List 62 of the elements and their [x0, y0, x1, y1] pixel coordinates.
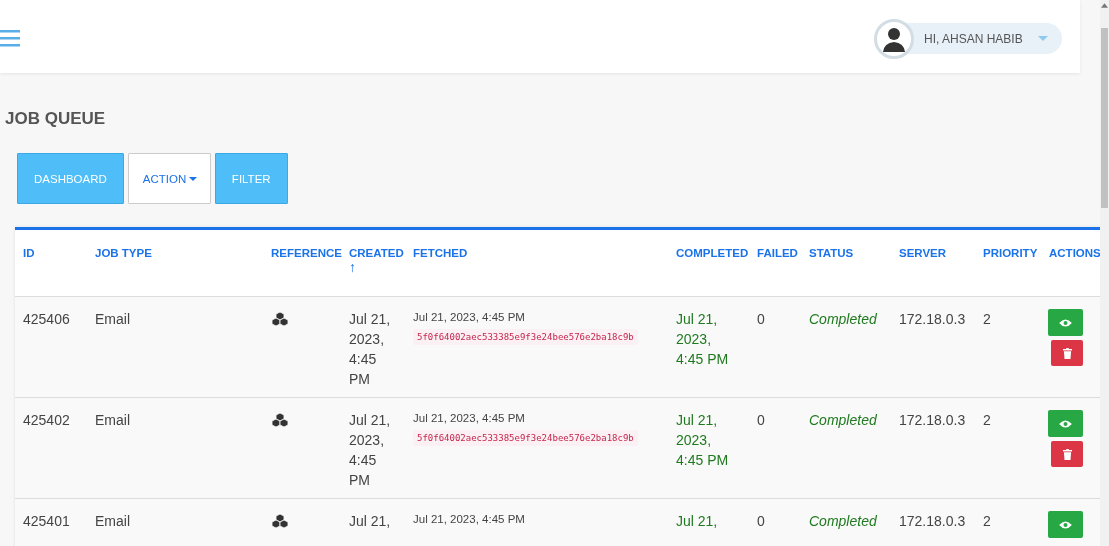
- view-button[interactable]: [1048, 309, 1083, 336]
- status-text: Completed: [809, 512, 877, 531]
- table-cell-text: Jul 21, 2023, 4:45 PM: [676, 310, 730, 369]
- column-header[interactable]: PRIORITY: [975, 230, 1041, 297]
- view-button[interactable]: [1048, 410, 1083, 437]
- menu-icon[interactable]: [0, 27, 20, 48]
- cubes-icon[interactable]: [271, 514, 289, 528]
- sort-arrow[interactable]: ↑: [349, 259, 356, 275]
- eye-icon: [1059, 318, 1072, 327]
- hash-code: 5f0f64002aec533385e9f3e24bee576e2ba18c9b: [413, 430, 638, 446]
- hash-code: 5f0f64002aec533385e9f3e24bee576e2ba18c9b: [413, 329, 638, 345]
- delete-button[interactable]: [1051, 441, 1083, 467]
- table-cell-text: Jul 21, 2023, 4:45 PM: [413, 512, 526, 527]
- view-button[interactable]: [1048, 511, 1083, 538]
- caret-icon: [1038, 36, 1048, 41]
- table-cell-text: Email: [95, 512, 130, 531]
- action-dropdown[interactable]: ACTION: [127, 153, 211, 204]
- eye-icon: [1059, 520, 1072, 529]
- avatar-icon: [874, 18, 914, 59]
- table-cell-text: 425402: [23, 411, 70, 430]
- table-cell-text: 0: [757, 512, 765, 531]
- column-header[interactable]: REFERENCE: [263, 230, 341, 297]
- caret-icon: [189, 177, 198, 182]
- scroll-thumb[interactable]: [1101, 28, 1108, 208]
- column-header[interactable]: ID: [15, 230, 87, 297]
- table-cell-text: Email: [95, 411, 130, 430]
- cubes-icon[interactable]: [271, 312, 289, 326]
- column-header[interactable]: FAILED: [749, 230, 801, 297]
- table-cell-text: Jul 21, 2023, 4:45 PM: [413, 411, 526, 426]
- column-header[interactable]: SERVER: [891, 230, 975, 297]
- table-cell-text: 172.18.0.3: [899, 310, 966, 329]
- eye-icon: [1059, 419, 1072, 428]
- column-header[interactable]: FETCHED: [405, 230, 668, 297]
- page-title: JOB QUEUE: [5, 109, 107, 129]
- table-cell-text: 172.18.0.3: [899, 512, 966, 531]
- table-cell-text: Jul 21, 2023, 4:45 PM: [676, 411, 730, 470]
- scrollbar[interactable]: [1100, 0, 1109, 546]
- table-cell-text: Jul 21, 2023, 4:45 PM: [349, 411, 392, 490]
- table-cell-text: 0: [757, 411, 765, 430]
- column-header[interactable]: STATUS: [801, 230, 891, 297]
- trash-icon: [1062, 347, 1072, 359]
- table-cell-text: Jul 21, 2023, 4:45 PM: [413, 310, 526, 325]
- cubes-icon[interactable]: [271, 413, 289, 427]
- column-header[interactable]: CREATED ↑: [341, 230, 405, 297]
- column-header[interactable]: JOB TYPE: [87, 230, 263, 297]
- table-cell-text: Jul 21,: [349, 512, 392, 531]
- status-text: Completed: [809, 411, 877, 430]
- table-cell-text: 2: [983, 310, 991, 329]
- table-cell-text: 2: [983, 411, 991, 430]
- table-cell-text: 425406: [23, 310, 70, 329]
- column-header[interactable]: COMPLETED: [668, 230, 749, 297]
- table-cell-text: 172.18.0.3: [899, 411, 966, 430]
- status-text: Completed: [809, 310, 877, 329]
- table-cell-text: Jul 21, 2023, 4:45 PM: [349, 310, 392, 389]
- table-cell-text: Jul 21,: [676, 512, 719, 531]
- table-cell-text: 0: [757, 310, 765, 329]
- table-cell-text: 425401: [23, 512, 70, 531]
- table-cell-text: Email: [95, 310, 130, 329]
- trash-icon: [1062, 448, 1072, 460]
- delete-button[interactable]: [1051, 340, 1083, 366]
- table-cell-text: 2: [983, 512, 991, 531]
- scroll-up-icon[interactable]: [1101, 3, 1108, 8]
